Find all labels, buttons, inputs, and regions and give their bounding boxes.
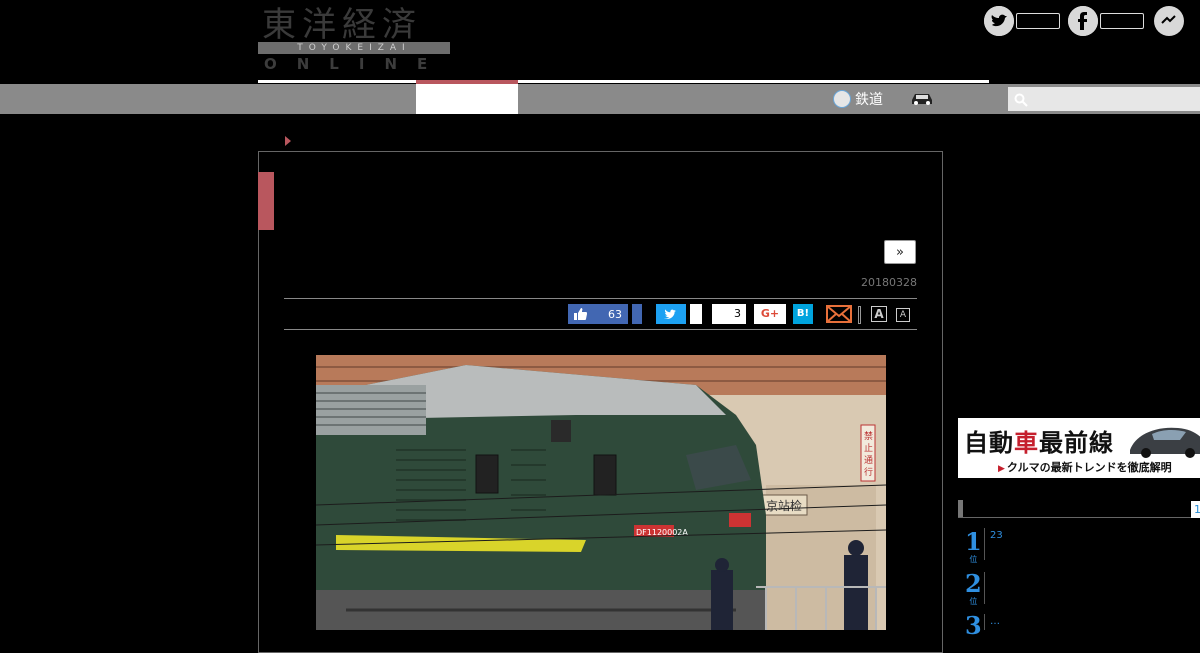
facebook-like-button[interactable]: 63 [568,304,628,324]
logo-online: ONLINE [264,55,448,73]
twitter-share-button[interactable] [656,304,686,324]
banner-title: 自動車最前線 [964,423,1114,458]
rank-number: 3 [965,611,982,640]
breadcrumb-arrow-icon [285,136,291,146]
ranking-item-3-rank: 3 [965,614,982,638]
header-rule [258,80,989,83]
banner-car-image [1126,420,1200,458]
rank-divider [984,528,985,560]
ranking-heading-rule [958,517,1200,518]
rank-divider [984,572,985,604]
automotive-banner[interactable]: 自動車最前線 クルマの最新トレンドを徹底解明 [958,418,1200,478]
thumbs-up-icon [574,308,587,320]
font-size-small-button[interactable]: A [896,308,910,322]
twitter-follow-count [1016,13,1060,29]
google-plus-button[interactable]: G+ [754,304,786,324]
article-date: 20180328 [861,276,917,289]
car-icon[interactable] [910,90,934,106]
share-count: 3 [712,304,746,324]
banner-title-red: 車 [1014,429,1039,457]
nav-item-railway[interactable]: 鉄道 [833,86,883,112]
logo-kanji: 東洋経済 [262,5,422,45]
facebook-follow-count [1100,13,1144,29]
search-icon[interactable] [1014,92,1028,107]
rank-number: 1 [965,527,982,556]
train-icon [833,90,851,108]
nav-item-railway-label: 鉄道 [855,92,883,108]
hatena-bookmark-button[interactable]: B! [793,304,813,324]
rank-number: 2 [965,569,982,598]
facebook-like-count: 63 [608,307,622,321]
twitter-icon[interactable] [984,6,1014,36]
mail-icon[interactable] [826,305,852,323]
twitter-bird-icon [664,309,677,319]
search-input[interactable] [1008,87,1200,111]
title-accent-bar [258,172,274,230]
next-page-button[interactable]: » [884,240,916,264]
ranking-item-1-rank: 1 位 [965,530,982,565]
site-logo[interactable]: 東洋経済 TOYOKEIZAI ONLINE [258,5,450,73]
share-bar-bottom-rule [284,329,917,330]
facebook-share-button[interactable] [632,304,642,324]
facebook-icon[interactable] [1068,6,1098,36]
banner-subtitle: クルマの最新トレンドを徹底解明 [998,459,1172,475]
font-size-large-button[interactable]: A [871,306,887,322]
messenger-icon[interactable] [1154,6,1184,36]
ranking-tab[interactable]: 1 [1191,501,1200,518]
ranking-item-1-text[interactable]: 23 [990,530,1003,541]
banner-title-suffix: 最前線 [1039,429,1114,457]
twitter-share-count-tab [690,304,702,324]
ranking-item-2-rank: 2 位 [965,572,982,607]
share-bar-top-rule [284,298,917,299]
share-divider [858,306,861,324]
rank-divider [984,614,985,630]
nav-tab-active[interactable] [416,84,518,114]
ranking-item-3-text[interactable]: … [990,616,1000,627]
banner-title-prefix: 自動 [964,429,1014,457]
article-photo: 京站检 禁止通行 DF1120002A [316,355,886,630]
ranking-heading-mark [958,500,963,518]
photo-station-sign: 京站检 [766,498,802,513]
logo-romaji: TOYOKEIZAI [258,42,450,54]
